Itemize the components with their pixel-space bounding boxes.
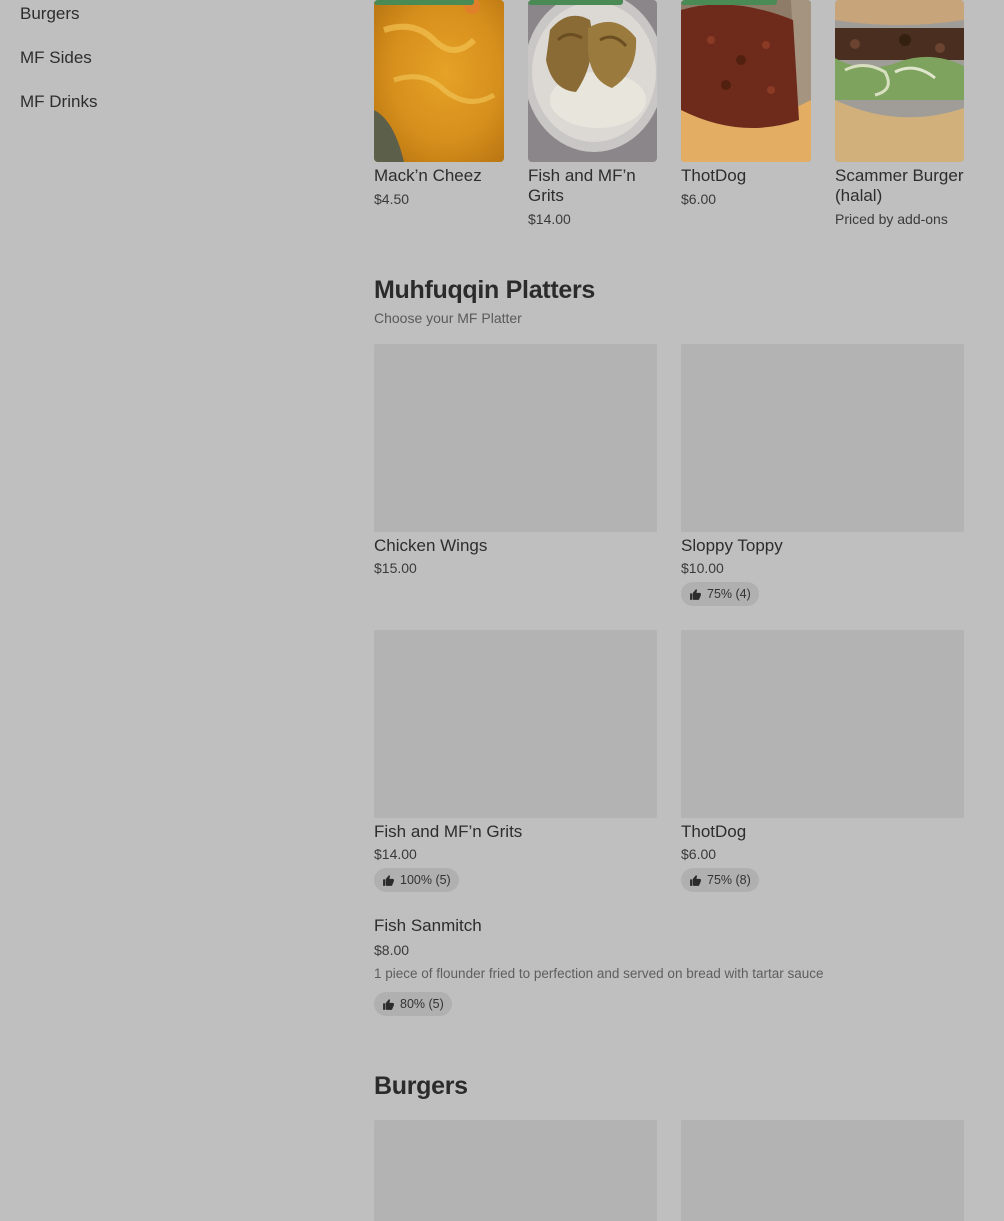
section-title-burgers: Burgers [374, 1072, 468, 1100]
featured-item-info: ThotDog $6.00 [681, 166, 811, 208]
thumbs-up-icon [690, 588, 701, 600]
card-name[interactable]: ThotDog [681, 822, 746, 842]
featured-item-price: $4.50 [374, 191, 410, 207]
featured-item-image[interactable] [528, 0, 657, 162]
featured-item-image[interactable] [681, 0, 811, 162]
featured-item-name[interactable]: Mack’n Cheez [374, 166, 504, 186]
rating-badge: 75% (4) [681, 582, 759, 606]
featured-item-name[interactable]: Fish and MF’n Grits [528, 166, 658, 206]
sidebar-item-mf-drinks[interactable]: MF Drinks [20, 92, 97, 112]
card-price: $6.00 [681, 846, 717, 862]
rating-badge: 80% (5) [374, 992, 452, 1016]
section-subtitle-platters: Choose your MF Platter [374, 310, 522, 326]
card-image-placeholder[interactable] [681, 344, 964, 532]
card-name[interactable]: Chicken Wings [374, 536, 487, 556]
featured-item-info: Fish and MF’n Grits $14.00 [528, 166, 658, 228]
card-price: $15.00 [374, 560, 417, 576]
featured-item-price: $6.00 [681, 191, 717, 207]
rating-text: 75% (8) [707, 873, 751, 887]
featured-item-name[interactable]: Scammer Burger (halal) [835, 166, 965, 206]
card-image-placeholder[interactable] [374, 630, 657, 818]
card-name[interactable]: Fish and MF’n Grits [374, 822, 522, 842]
sidebar-item-mf-sides[interactable]: MF Sides [20, 48, 92, 68]
card-price: $14.00 [374, 846, 417, 862]
sidebar-item-burgers[interactable]: Burgers [20, 4, 80, 24]
list-item-name[interactable]: Fish Sanmitch [374, 916, 482, 936]
card-image-placeholder[interactable] [374, 344, 657, 532]
card-image-placeholder[interactable] [681, 1120, 964, 1221]
rating-text: 80% (5) [400, 997, 444, 1011]
list-item-description: 1 piece of flounder fried to perfection … [374, 966, 824, 981]
rating-text: 75% (4) [707, 587, 751, 601]
featured-item-image[interactable] [835, 0, 964, 162]
rating-badge: 75% (8) [681, 868, 759, 892]
thumbs-up-icon [383, 998, 394, 1010]
list-item-price: $8.00 [374, 942, 410, 958]
featured-item-image[interactable] [374, 0, 504, 162]
featured-item-price: $14.00 [528, 211, 571, 227]
rating-text: 100% (5) [400, 873, 451, 887]
card-price: $10.00 [681, 560, 724, 576]
card-image-placeholder[interactable] [681, 630, 964, 818]
card-name[interactable]: Sloppy Toppy [681, 536, 783, 556]
featured-item-info: Scammer Burger (halal) Priced by add-ons [835, 166, 965, 228]
featured-item-name[interactable]: ThotDog [681, 166, 811, 186]
card-image-placeholder[interactable] [374, 1120, 657, 1221]
featured-item-price: Priced by add-ons [835, 211, 948, 227]
section-title-platters: Muhfuqqin Platters [374, 276, 595, 304]
featured-item-info: Mack’n Cheez $4.50 [374, 166, 504, 208]
thumbs-up-icon [690, 874, 701, 886]
thumbs-up-icon [383, 874, 394, 886]
rating-badge: 100% (5) [374, 868, 459, 892]
